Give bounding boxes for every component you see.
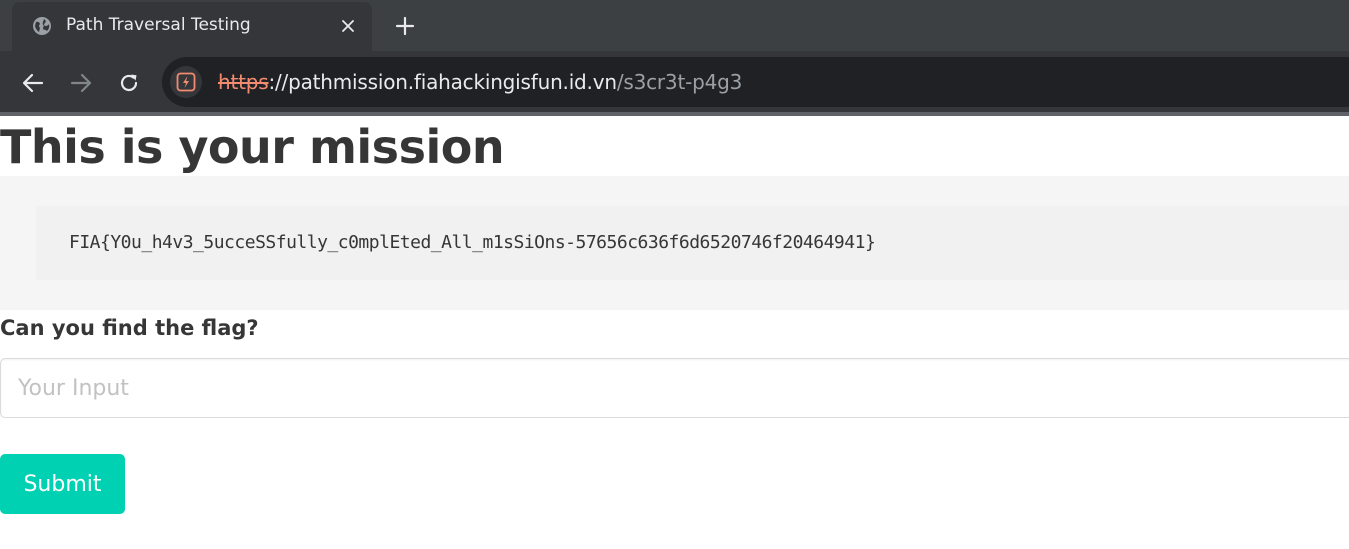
url-text: https://pathmission.fiahackingisfun.id.v… (218, 70, 742, 94)
url-scheme: https (218, 70, 269, 94)
browser-tab[interactable]: Path Traversal Testing (12, 2, 372, 51)
submit-button[interactable]: Submit (0, 454, 125, 514)
flag-panel: FIA{Y0u_h4v3_5ucceSSfully_c0mplEted_All_… (0, 176, 1349, 310)
flag-text: FIA{Y0u_h4v3_5ucceSSfully_c0mplEted_All_… (69, 232, 876, 253)
address-bar[interactable]: https://pathmission.fiahackingisfun.id.v… (162, 57, 1349, 107)
url-path: /s3cr3t-p4g3 (616, 70, 743, 94)
globe-icon (32, 16, 52, 36)
flag-input[interactable] (0, 358, 1349, 418)
arrow-right-icon[interactable] (66, 68, 96, 98)
flag-code-block: FIA{Y0u_h4v3_5ucceSSfully_c0mplEted_All_… (36, 206, 1349, 280)
browser-toolbar: https://pathmission.fiahackingisfun.id.v… (0, 51, 1349, 114)
close-icon[interactable] (337, 15, 359, 37)
tab-title: Path Traversal Testing (66, 15, 251, 35)
plus-icon[interactable] (392, 13, 418, 39)
not-secure-icon[interactable] (170, 66, 202, 98)
page-title: This is your mission (0, 120, 505, 174)
browser-tabstrip: Path Traversal Testing (0, 0, 1349, 51)
flag-field-label: Can you find the flag? (0, 316, 259, 340)
url-separator: :// (268, 70, 289, 94)
arrow-left-icon[interactable] (18, 68, 48, 98)
page-content: This is your mission FIA{Y0u_h4v3_5ucceS… (0, 116, 1349, 549)
reload-icon[interactable] (114, 68, 144, 98)
url-host: pathmission.fiahackingisfun.id.vn (288, 70, 617, 94)
